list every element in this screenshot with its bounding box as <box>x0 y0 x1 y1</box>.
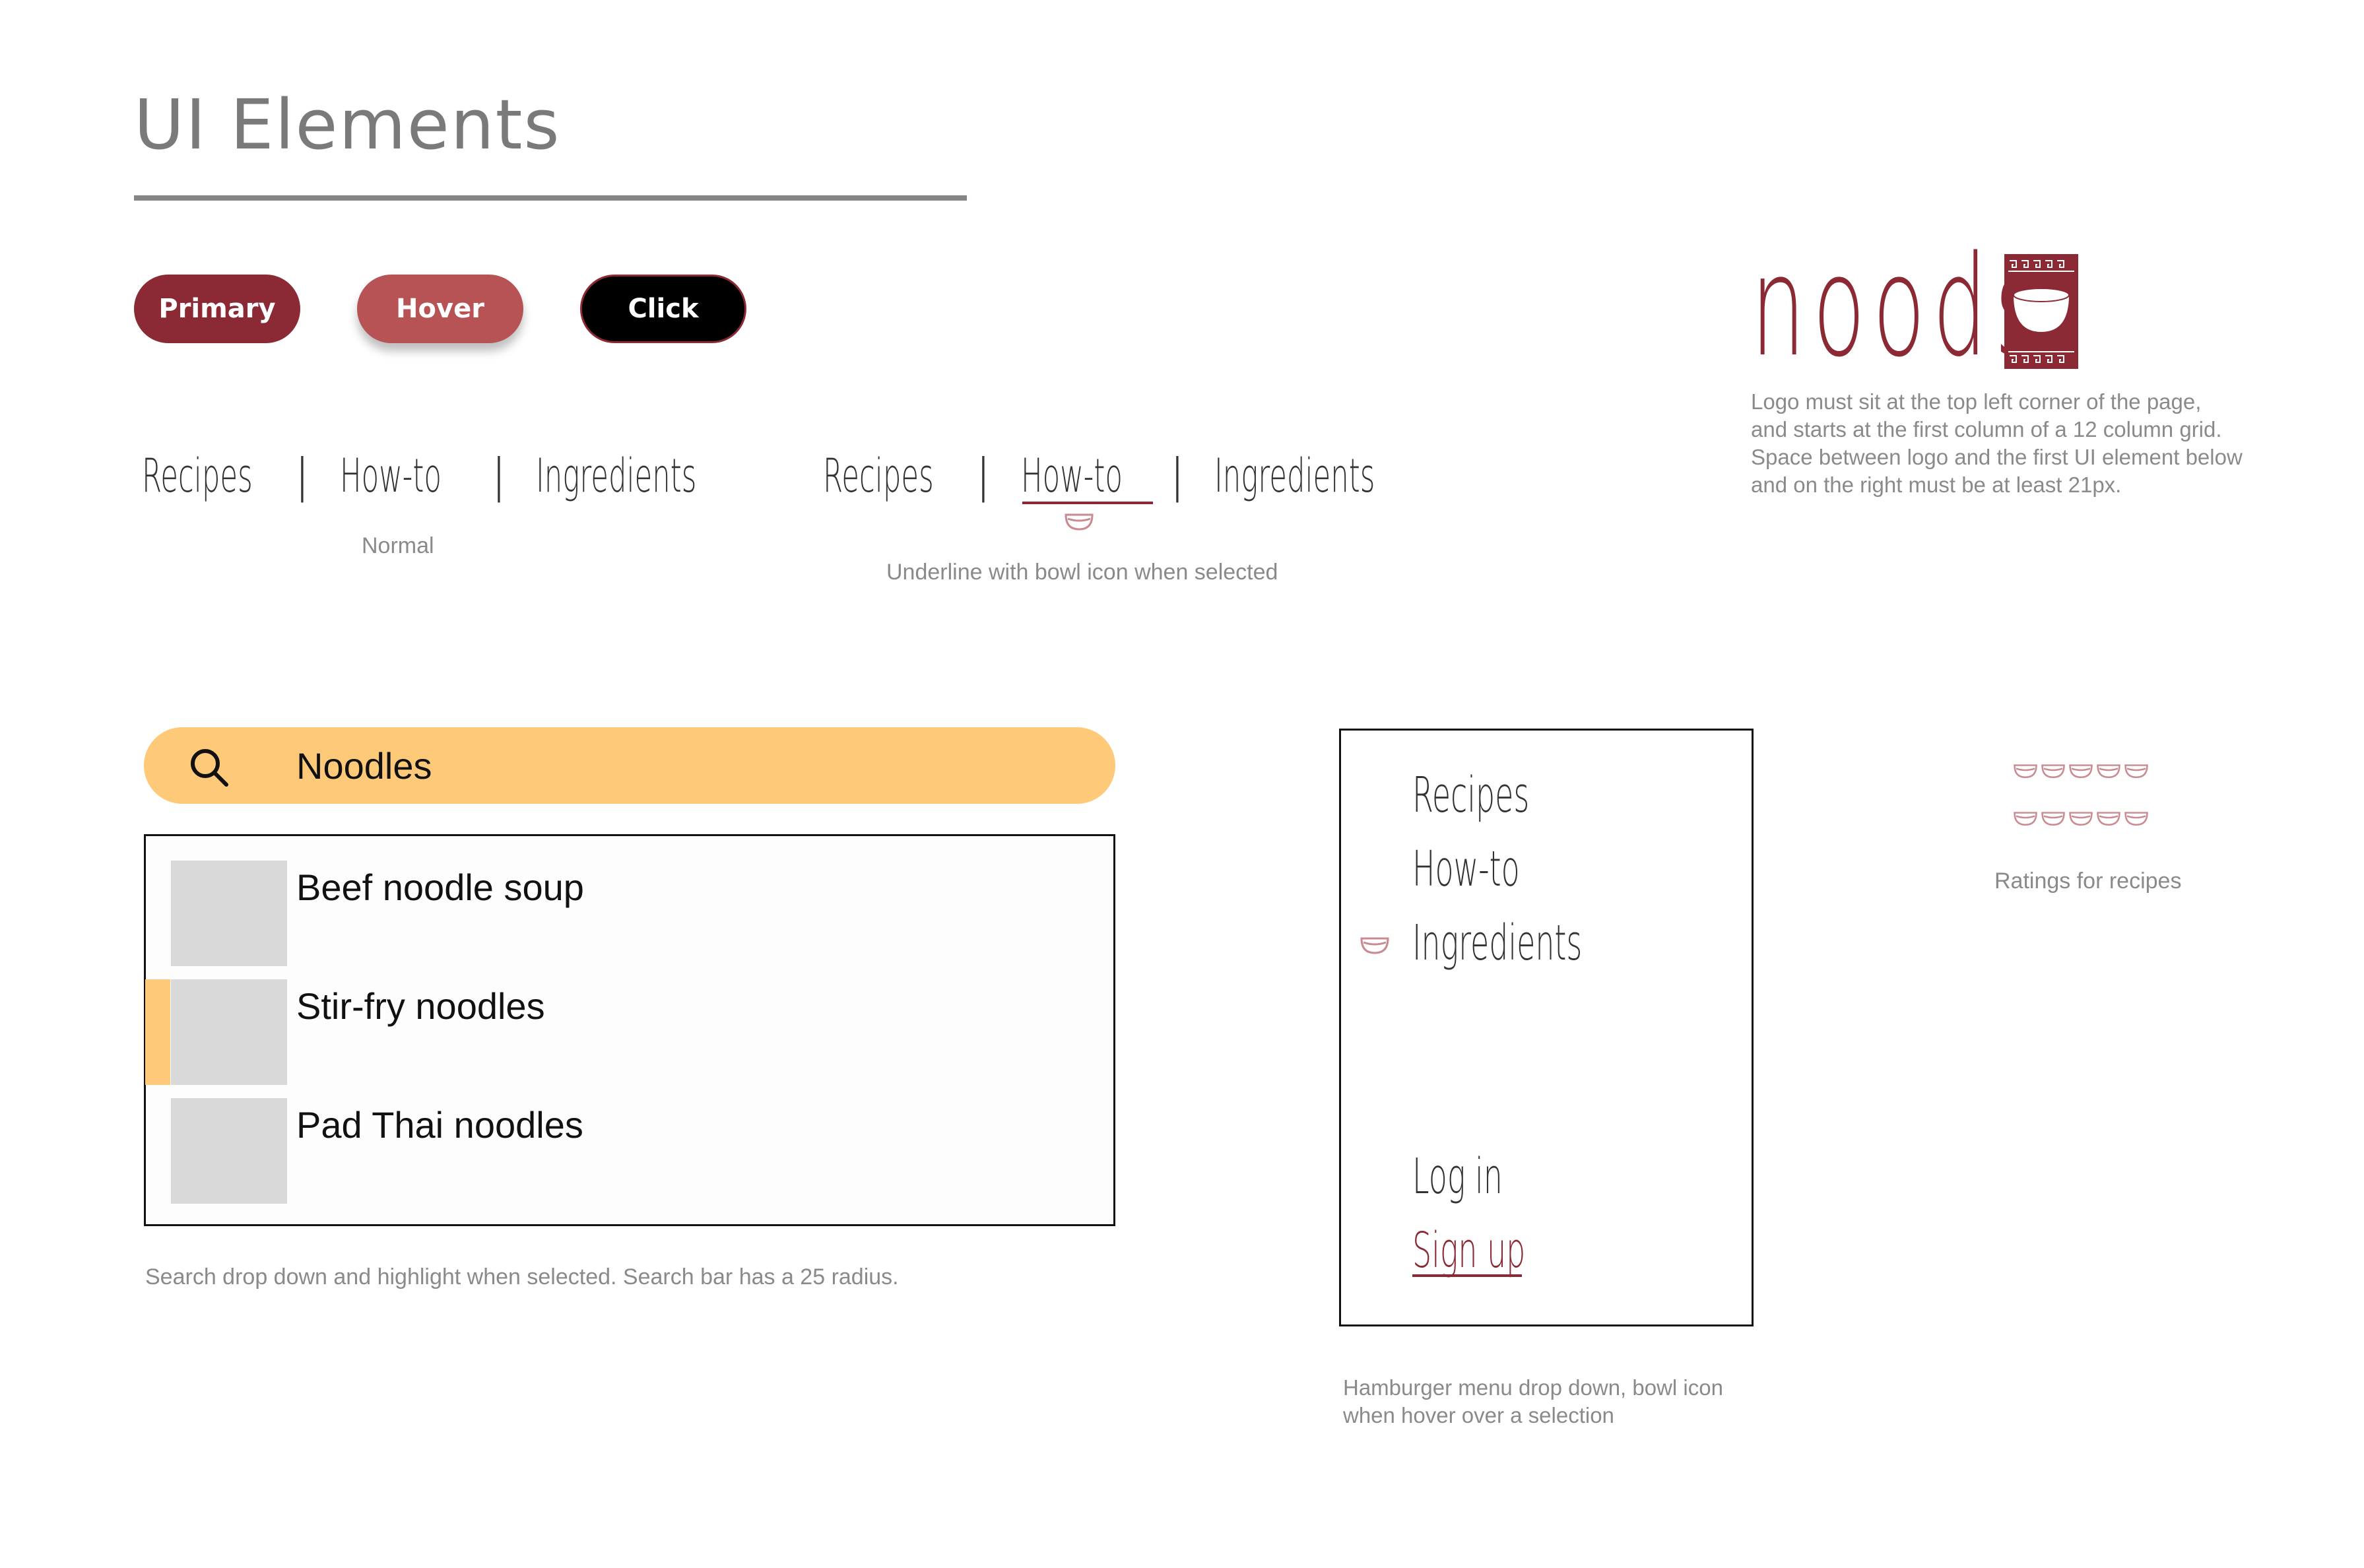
nav-separator: | <box>1169 449 1185 503</box>
search-input[interactable]: Noodles <box>296 744 432 787</box>
search-caption: Search drop down and highlight when sele… <box>145 1264 899 1290</box>
nav-item-ingredients[interactable]: Ingredients <box>536 449 696 503</box>
logo-wordmark: noods <box>1751 226 2047 387</box>
hamburger-caption-line: Hamburger menu drop down, bowl icon <box>1343 1375 1723 1400</box>
nav-item-ingredients[interactable]: Ingredients <box>1214 449 1375 503</box>
rating-bowl-icon[interactable] <box>2124 760 2149 780</box>
menu-item-how-to[interactable]: How-to <box>1412 841 1520 898</box>
click-button[interactable]: Click <box>580 275 746 343</box>
selected-highlight <box>145 979 170 1085</box>
result-thumbnail <box>171 979 287 1085</box>
nav-separator: | <box>491 449 507 503</box>
rating-bowl-icon[interactable] <box>2041 808 2066 828</box>
menu-item-ingredients[interactable]: Ingredients <box>1412 915 1582 971</box>
rating-bowl-icon[interactable] <box>2068 760 2093 780</box>
bowl-icon <box>1065 513 1094 531</box>
rating-bowl-icon[interactable] <box>2096 808 2121 828</box>
ratings-caption: Ratings for recipes <box>1994 868 2182 894</box>
rating-bowl-icon[interactable] <box>2124 808 2149 828</box>
bowl-icon <box>1360 937 1389 954</box>
logo-caption-line: and starts at the first column of a 12 c… <box>1751 417 2222 441</box>
nav-item-how-to-selected[interactable]: How-to <box>1021 449 1123 503</box>
nav-item-recipes[interactable]: Recipes <box>142 449 253 503</box>
search-dropdown <box>144 834 1115 1226</box>
search-bar[interactable] <box>144 727 1115 804</box>
logo-caption-line: and on the right must be at least 21px. <box>1751 473 2122 497</box>
menu-item-log-in[interactable]: Log in <box>1412 1148 1503 1205</box>
rating-bowl-icon[interactable] <box>2068 808 2093 828</box>
nav-selected-caption: Underline with bowl icon when selected <box>886 560 1278 585</box>
logo-bowl-badge <box>2004 254 2078 369</box>
search-result-item[interactable]: Pad Thai noodles <box>296 1103 583 1146</box>
nav-item-recipes[interactable]: Recipes <box>823 449 934 503</box>
search-icon[interactable] <box>188 746 230 789</box>
rating-bowl-icon[interactable] <box>2096 760 2121 780</box>
logo-caption: Logo must sit at the top left corner of … <box>1751 388 2252 499</box>
rating-bowls[interactable] <box>2013 760 2151 833</box>
page-title: UI Elements <box>134 84 561 165</box>
nav-separator: | <box>294 449 310 503</box>
nav-item-how-to[interactable]: How-to <box>340 449 442 503</box>
rating-bowl-icon[interactable] <box>2013 808 2038 828</box>
menu-item-sign-up[interactable]: Sign up <box>1412 1222 1525 1279</box>
primary-button[interactable]: Primary <box>134 275 300 343</box>
bowl-icon <box>2008 260 2074 363</box>
rating-bowl-icon[interactable] <box>2013 760 2038 780</box>
search-result-item[interactable]: Beef noodle soup <box>296 866 584 909</box>
menu-item-recipes[interactable]: Recipes <box>1412 767 1529 824</box>
search-result-item-selected[interactable]: Stir-fry noodles <box>296 985 545 1028</box>
nav-normal-caption: Normal <box>362 533 434 558</box>
hamburger-dropdown <box>1339 729 1754 1326</box>
hamburger-caption: Hamburger menu drop down, bowl icon when… <box>1343 1374 1765 1429</box>
rating-bowl-icon[interactable] <box>2041 760 2066 780</box>
logo-caption-line: Logo must sit at the top left corner of … <box>1751 389 2202 414</box>
logo-caption-line: Space between logo and the first UI elem… <box>1751 445 2243 469</box>
signup-underline <box>1412 1274 1522 1277</box>
result-thumbnail <box>171 1098 287 1204</box>
selected-underline <box>1022 502 1153 504</box>
nav-separator: | <box>975 449 991 503</box>
title-divider <box>134 195 967 201</box>
result-thumbnail <box>171 861 287 966</box>
hamburger-caption-line: when hover over a selection <box>1343 1403 1614 1427</box>
hover-button[interactable]: Hover <box>357 275 523 343</box>
